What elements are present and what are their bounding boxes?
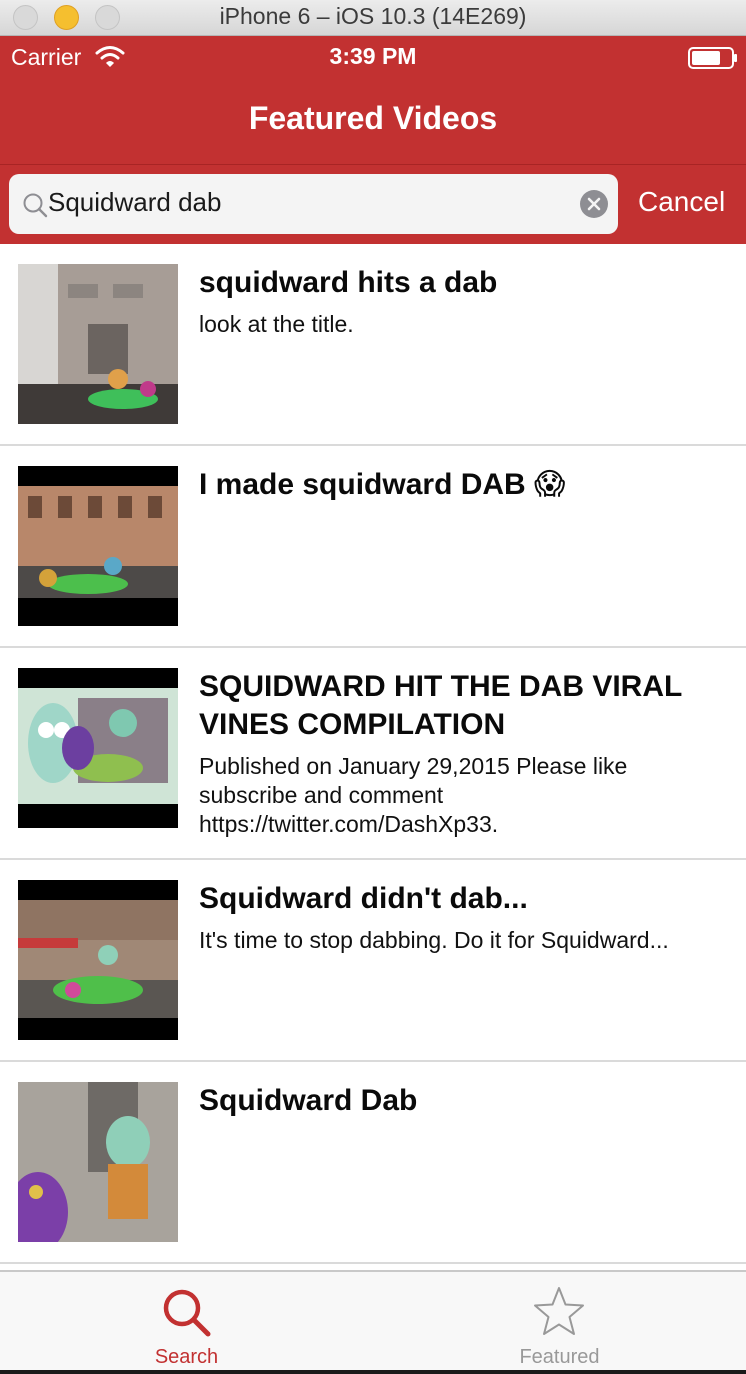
simulator-titlebar: iPhone 6 – iOS 10.3 (14E269) (0, 0, 746, 36)
search-field[interactable] (9, 174, 618, 234)
clear-search-button[interactable] (580, 190, 608, 218)
battery-icon (688, 47, 737, 69)
row-divider (0, 1262, 746, 1264)
list-item[interactable]: I made squidward DAB 😱 (0, 446, 746, 648)
tab-featured[interactable]: Featured (373, 1272, 746, 1372)
simulator-window: iPhone 6 – iOS 10.3 (14E269) Carrier 3:3… (0, 0, 746, 1374)
tab-label: Featured (519, 1346, 600, 1368)
star-icon (534, 1287, 584, 1335)
search-icon (163, 1289, 211, 1337)
list-item[interactable]: Squidward Dab (0, 1062, 746, 1264)
search-input[interactable] (48, 187, 568, 218)
page-title: Featured Videos (248, 100, 498, 136)
video-title: I made squidward DAB 😱 (199, 468, 566, 501)
video-thumbnail (18, 880, 178, 1040)
video-description: look at the title. (199, 311, 354, 337)
simulator-title: iPhone 6 – iOS 10.3 (14E269) (219, 3, 527, 29)
tab-search[interactable]: Search (0, 1272, 373, 1372)
video-description: It's time to stop dabbing. Do it for Squ… (199, 927, 669, 953)
tab-bar: Search Featured (0, 1270, 746, 1374)
search-icon (23, 193, 48, 218)
app-header: Carrier 3:39 PM Featured Videos Squidwar… (0, 36, 746, 244)
list-item[interactable]: Squidward didn't dab... It's time to sto… (0, 860, 746, 1062)
video-title: squidward hits a dab (199, 266, 498, 299)
video-description: Published on January 29,2015 Please like… (199, 753, 628, 837)
clear-icon (587, 197, 601, 211)
nav-divider (0, 164, 746, 165)
list-item[interactable]: squidward hits a dab look at the title. (0, 244, 746, 446)
video-title: Squidward didn't dab... (199, 882, 528, 915)
tab-label: Search (154, 1346, 219, 1368)
video-title: Squidward Dab (199, 1084, 418, 1117)
cancel-button[interactable]: Cancel (638, 186, 725, 218)
video-thumbnail (18, 668, 178, 828)
video-thumbnail (18, 1082, 178, 1242)
results-list[interactable]: squidward hits a dab look at the title. (0, 244, 746, 1270)
window-bottom-edge (0, 1370, 746, 1374)
video-thumbnail (18, 264, 178, 424)
status-time: 3:39 PM (329, 43, 417, 69)
list-item[interactable]: SQUIDWARD HIT THE DAB VIRAL VINES COMPIL… (0, 648, 746, 860)
video-title: SQUIDWARD HIT THE DAB VIRAL VINES COMPIL… (199, 670, 682, 741)
video-thumbnail (18, 466, 178, 626)
